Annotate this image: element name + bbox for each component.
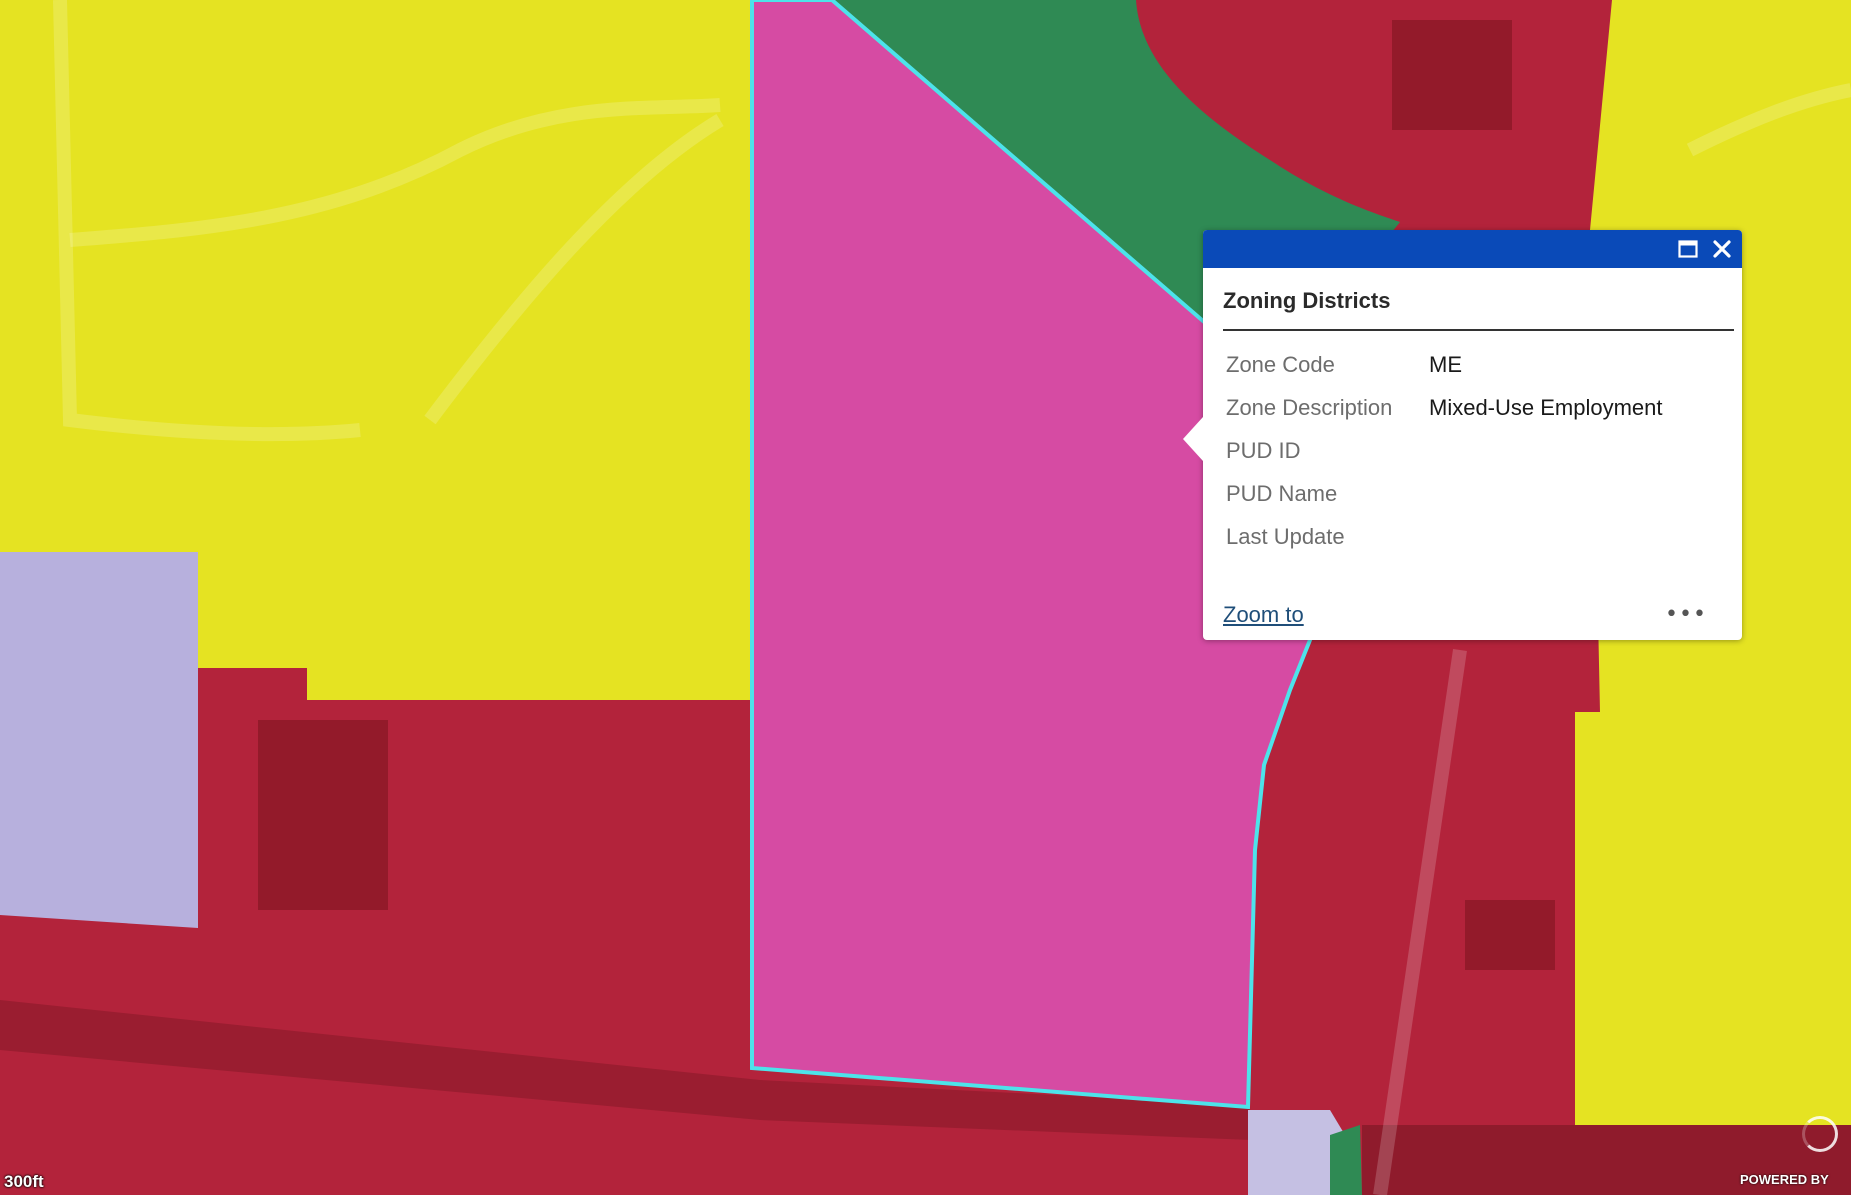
attribute-label: Zone Description (1226, 394, 1393, 420)
popup-title: Zoning Districts (1223, 288, 1391, 313)
maximize-icon (1678, 240, 1698, 258)
attribute-value: Mixed-Use Employment (1429, 394, 1663, 420)
attribute-label: Last Update (1226, 523, 1345, 549)
zoom-to-link[interactable]: Zoom to (1223, 602, 1304, 628)
attribute-row: PUD Name (1226, 472, 1663, 515)
feature-popup: Zoning Districts Zone Code ME Zone Descr… (1183, 230, 1742, 640)
attribute-row: Last Update (1226, 515, 1663, 558)
scale-bar-label: 300ft (4, 1172, 44, 1191)
attribute-row: Zone Description Mixed-Use Employment (1226, 386, 1663, 429)
attribute-value: ME (1429, 351, 1462, 377)
open-space-zone-south[interactable] (1330, 1125, 1362, 1195)
attribute-label: PUD Name (1226, 480, 1338, 506)
attribute-row: Zone Code ME (1226, 343, 1663, 386)
attribute-table: Zone Code ME Zone Description Mixed-Use … (1226, 343, 1663, 558)
more-actions-button[interactable]: ••• (1665, 600, 1707, 628)
esri-attribution[interactable]: POWERED BY (1740, 1172, 1829, 1187)
loading-spinner-icon (1802, 1116, 1838, 1152)
attribute-value (1429, 429, 1663, 472)
popup-header (1203, 230, 1742, 268)
attribute-label: Zone Code (1226, 351, 1335, 377)
attribute-value (1429, 472, 1663, 515)
close-button[interactable] (1708, 235, 1736, 263)
attribute-row: PUD ID (1226, 429, 1663, 472)
attribute-value (1429, 515, 1663, 558)
popup-pointer (1183, 417, 1203, 461)
maximize-button[interactable] (1674, 235, 1702, 263)
close-icon (1713, 240, 1731, 258)
title-divider (1223, 329, 1734, 331)
institutional-zone-west[interactable] (0, 552, 198, 928)
attribute-label: PUD ID (1226, 437, 1301, 463)
